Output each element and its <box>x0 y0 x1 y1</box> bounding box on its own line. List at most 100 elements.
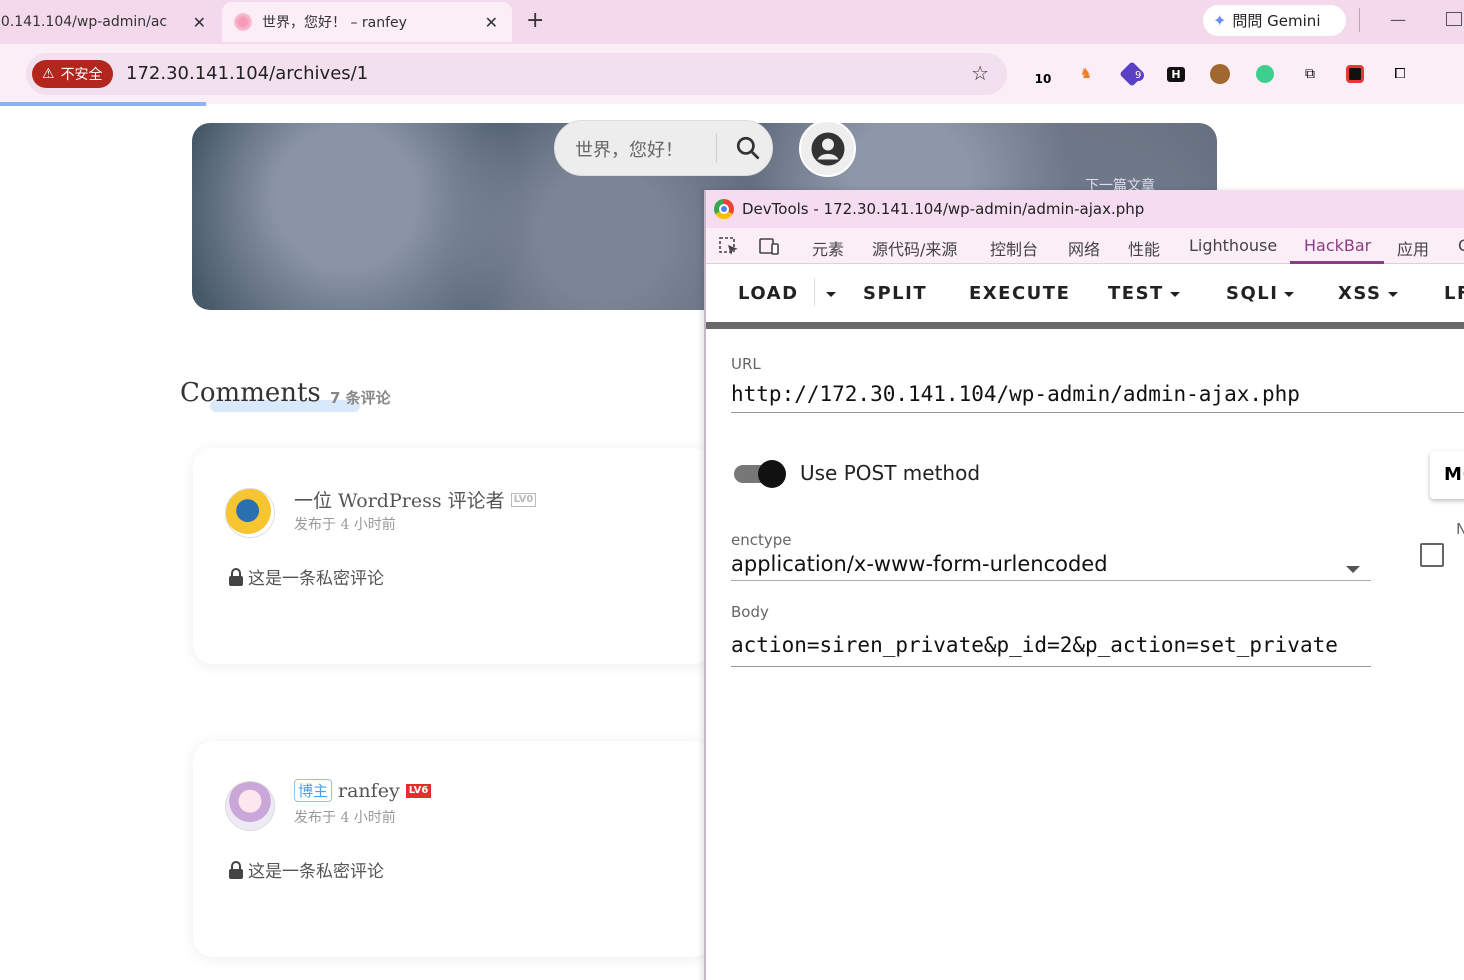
extension-badge: 10 <box>1034 72 1052 86</box>
address-bar[interactable]: ⚠ 不安全 172.30.141.104/archives/1 ☆ <box>26 53 1007 95</box>
url-text[interactable]: 172.30.141.104/archives/1 <box>126 63 368 84</box>
tab-hackbar[interactable]: HackBar <box>1304 236 1371 255</box>
tab-network[interactable]: 网络 <box>1068 236 1100 260</box>
tab-more[interactable]: C <box>1458 236 1464 255</box>
execute-button[interactable]: EXECUTE <box>969 283 1070 304</box>
browser-toolbar: ⚠ 不安全 172.30.141.104/archives/1 ☆ 10 ♞ 9… <box>0 44 1464 104</box>
comments-count: 7 条评论 <box>330 389 391 407</box>
gemini-button[interactable]: ✦ 問問 Gemini <box>1203 5 1346 36</box>
author-name[interactable]: ranfey <box>338 780 400 802</box>
hackbar-toolbar: LOAD SPLIT EXECUTE TEST SQLI XSS LF <box>706 264 1464 322</box>
close-icon[interactable]: ✕ <box>485 13 498 32</box>
url-input[interactable]: http://172.30.141.104/wp-admin/admin-aja… <box>731 382 1464 413</box>
enctype-select[interactable]: application/x-www-form-urlencoded <box>731 552 1371 581</box>
site-favicon-icon <box>234 13 252 31</box>
tab-search-icon[interactable]: ⧉ <box>1298 62 1322 86</box>
comment-text: 这是一条私密评论 <box>248 862 384 882</box>
extensions-puzzle-icon[interactable]: ⧠ <box>1388 62 1412 86</box>
gemini-label: 問問 Gemini <box>1232 12 1321 30</box>
close-icon[interactable]: ✕ <box>193 13 206 32</box>
extension-h-icon[interactable]: H <box>1164 62 1188 86</box>
cookie-icon[interactable] <box>1208 62 1232 86</box>
caret-down-icon[interactable] <box>1346 566 1360 573</box>
search-box[interactable]: 世界，您好！ <box>554 120 773 176</box>
tab-title: 世界，您好！ – ranfey <box>262 15 407 31</box>
security-badge[interactable]: ⚠ 不安全 <box>32 60 113 88</box>
extension-red-icon[interactable] <box>1343 62 1367 86</box>
author-name[interactable]: 一位 WordPress 评论者 <box>294 486 505 513</box>
devtools-titlebar: DevTools - 172.30.141.104/wp-admin/admin… <box>706 190 1464 228</box>
devtools-window: DevTools - 172.30.141.104/wp-admin/admin… <box>704 190 1464 980</box>
devtools-title: DevTools - 172.30.141.104/wp-admin/admin… <box>742 200 1145 218</box>
lfi-menu-button[interactable]: LF <box>1444 283 1464 304</box>
tab-application[interactable]: 应用 <box>1397 236 1429 260</box>
level-badge: LV6 <box>405 783 432 798</box>
maximize-icon[interactable] <box>1446 12 1462 26</box>
avatar[interactable] <box>225 488 275 538</box>
test-menu-button[interactable]: TEST <box>1108 283 1180 304</box>
devtools-tabbar: 元素 源代码/来源 控制台 网络 性能 Lighthouse HackBar 应… <box>706 228 1464 264</box>
tab-lighthouse[interactable]: Lighthouse <box>1189 236 1277 255</box>
split-button[interactable]: SPLIT <box>863 283 927 304</box>
sqli-label: SQLI <box>1226 283 1279 304</box>
xss-menu-button[interactable]: XSS <box>1338 283 1398 304</box>
comment-author: 博主 ranfey LV6 <box>294 779 432 802</box>
extension-purple-icon[interactable]: 9 <box>1119 61 1145 87</box>
tab-elements[interactable]: 元素 <box>812 236 844 260</box>
tab-console[interactable]: 控制台 <box>990 236 1038 260</box>
insecure-label: 不安全 <box>60 67 103 83</box>
body-label: Body <box>731 603 769 621</box>
load-dropdown-button[interactable] <box>820 283 836 304</box>
extension-badge: 9 <box>1132 70 1145 81</box>
hackbar-scrollbar[interactable] <box>706 322 1464 329</box>
divider <box>814 278 815 306</box>
extension-fox-icon[interactable]: ♞ <box>1074 62 1098 86</box>
user-icon <box>811 132 844 165</box>
comment-time: 发布于 4 小时前 <box>294 517 396 533</box>
avatar[interactable] <box>225 781 275 831</box>
comment-time: 发布于 4 小时前 <box>294 810 396 826</box>
option-checkbox[interactable] <box>1420 543 1444 567</box>
caret-down-icon <box>1169 291 1180 297</box>
caret-down-icon <box>1387 291 1398 297</box>
level-badge: LV0 <box>510 492 537 507</box>
sqli-menu-button[interactable]: SQLI <box>1226 283 1295 304</box>
load-button[interactable]: LOAD <box>738 283 799 304</box>
divider <box>716 133 717 163</box>
search-input[interactable]: 世界，您好！ <box>575 136 683 162</box>
search-icon[interactable] <box>735 135 761 161</box>
comment-card: 博主 ranfey LV6 发布于 4 小时前 这是一条私密评论 <box>193 741 713 957</box>
tab-admin-ajax[interactable]: 30.141.104/wp-admin/ac ✕ <box>0 2 220 42</box>
enctype-label: enctype <box>731 531 792 549</box>
tab-strip: 30.141.104/wp-admin/ac ✕ 世界，您好！ – ranfey… <box>0 0 1464 44</box>
comment-text: 这是一条私密评论 <box>248 569 384 589</box>
divider <box>1359 8 1360 32</box>
lock-icon <box>229 567 243 586</box>
modify-header-button[interactable]: MOD <box>1430 451 1464 499</box>
post-toggle-knob[interactable] <box>758 460 786 488</box>
user-account-button[interactable] <box>799 120 856 177</box>
minimize-icon[interactable]: — <box>1390 10 1406 29</box>
caret-down-icon <box>1284 291 1295 297</box>
tab-sources[interactable]: 源代码/来源 <box>872 236 957 260</box>
comment-card: 一位 WordPress 评论者 LV0 发布于 4 小时前 这是一条私密评论 <box>193 448 713 664</box>
bookmark-star-icon[interactable]: ☆ <box>971 61 989 85</box>
warning-icon: ⚠ <box>42 66 55 82</box>
inspect-element-icon[interactable] <box>718 236 740 256</box>
chrome-logo-icon <box>714 199 734 219</box>
caret-down-icon <box>826 291 836 297</box>
comments-heading: Comments <box>180 378 321 408</box>
tab-archive[interactable]: 世界，您好！ – ranfey ✕ <box>222 2 512 42</box>
tab-title: 30.141.104/wp-admin/ac <box>0 14 167 30</box>
comment-author: 一位 WordPress 评论者 LV0 <box>294 486 537 513</box>
device-toolbar-icon[interactable] <box>758 236 780 256</box>
extension-green-icon[interactable] <box>1253 62 1277 86</box>
owner-badge: 博主 <box>294 779 333 802</box>
new-tab-button[interactable]: + <box>526 8 544 33</box>
comment-content: 这是一条私密评论 <box>228 857 384 882</box>
browser-window: 30.141.104/wp-admin/ac ✕ 世界，您好！ – ranfey… <box>0 0 1464 980</box>
extension-panda-icon[interactable]: 10 <box>1031 62 1055 86</box>
option-label: N <box>1456 520 1464 538</box>
body-textarea[interactable]: action=siren_private&p_id=2&p_action=set… <box>731 628 1371 667</box>
tab-performance[interactable]: 性能 <box>1128 236 1160 260</box>
